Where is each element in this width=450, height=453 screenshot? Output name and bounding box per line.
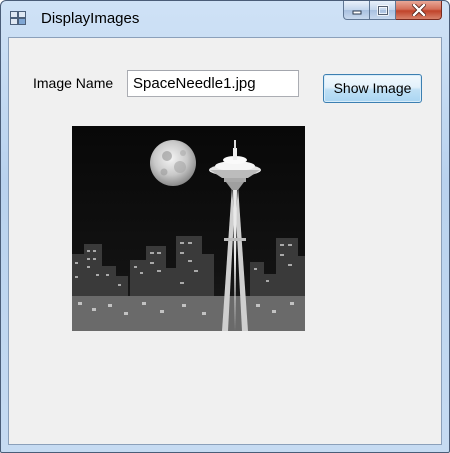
main-window: DisplayImages Image Name SpaceNeedle1.jp… <box>0 0 450 453</box>
minimize-icon <box>352 10 361 15</box>
minimize-button[interactable] <box>343 1 370 20</box>
form-client-area: Image Name SpaceNeedle1.jpg Show Image <box>8 37 442 445</box>
title-bar[interactable]: DisplayImages <box>1 1 449 37</box>
close-button[interactable] <box>396 1 442 20</box>
show-image-button[interactable]: Show Image <box>323 74 422 103</box>
space-needle-picture <box>72 126 305 331</box>
maximize-icon <box>376 4 389 16</box>
maximize-button[interactable] <box>370 1 396 20</box>
window-controls <box>343 1 442 21</box>
image-name-label: Image Name <box>33 75 114 91</box>
image-name-input[interactable]: SpaceNeedle1.jpg <box>127 70 299 97</box>
close-icon <box>411 4 426 16</box>
form-window-icon <box>10 11 26 25</box>
window-title: DisplayImages <box>41 10 140 27</box>
